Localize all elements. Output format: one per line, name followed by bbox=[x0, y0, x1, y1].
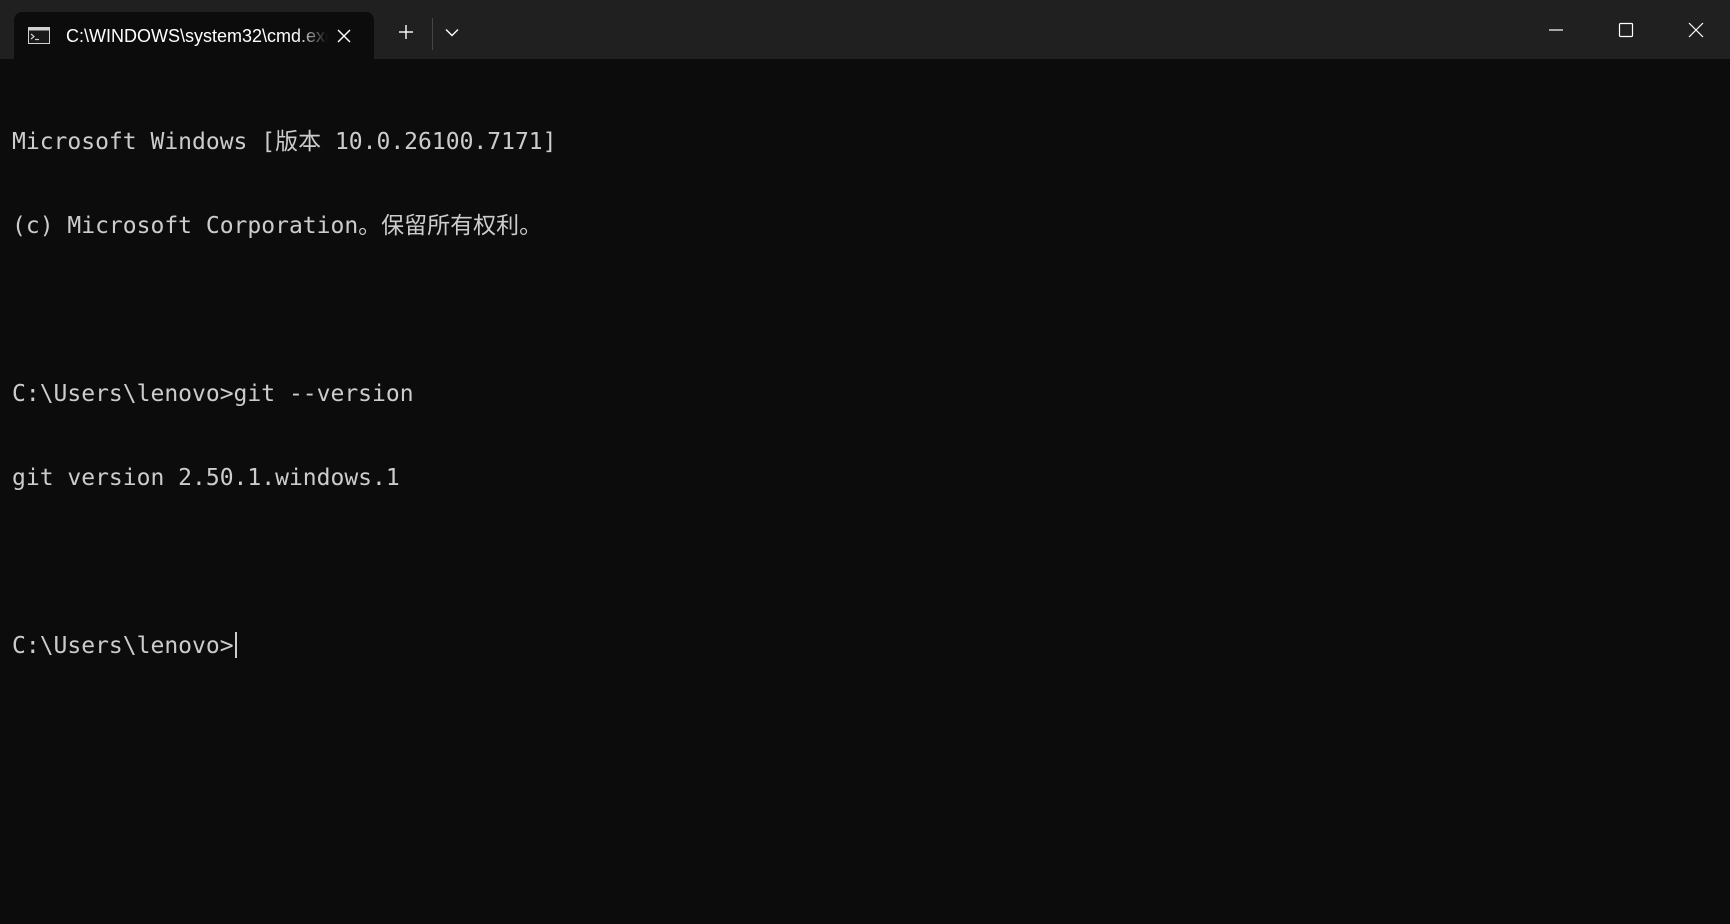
title-bar[interactable]: C:\WINDOWS\system32\cmd.exe bbox=[0, 0, 1730, 59]
close-window-button[interactable] bbox=[1662, 0, 1730, 59]
terminal-prompt: C:\Users\lenovo> bbox=[12, 633, 234, 659]
terminal-line-copyright: (c) Microsoft Corporation。保留所有权利。 bbox=[12, 213, 543, 239]
minimize-icon bbox=[1549, 28, 1563, 31]
terminal-prompt-line[interactable]: C:\Users\lenovo> bbox=[12, 632, 557, 660]
tab-dropdown-button[interactable] bbox=[434, 14, 470, 50]
cmd-prompt-icon bbox=[28, 27, 50, 44]
text-cursor bbox=[234, 632, 237, 658]
tab-close-button[interactable] bbox=[332, 24, 356, 48]
plus-icon bbox=[399, 25, 413, 39]
terminal-output[interactable]: Microsoft Windows [版本 10.0.26100.7171] (… bbox=[0, 59, 1730, 924]
tab-title: C:\WINDOWS\system32\cmd.exe bbox=[66, 26, 328, 46]
minimize-button[interactable] bbox=[1522, 0, 1590, 59]
chevron-down-icon bbox=[445, 28, 459, 36]
close-icon bbox=[1688, 22, 1704, 37]
terminal-line-command: C:\Users\lenovo>git --version bbox=[12, 381, 414, 407]
maximize-button[interactable] bbox=[1592, 0, 1660, 59]
tab-cmd[interactable]: C:\WINDOWS\system32\cmd.exe bbox=[14, 12, 374, 59]
new-tab-button[interactable] bbox=[388, 14, 424, 50]
terminal-lines: Microsoft Windows [版本 10.0.26100.7171] (… bbox=[12, 72, 557, 716]
maximize-icon bbox=[1618, 22, 1634, 37]
tab-separator bbox=[432, 18, 433, 50]
terminal-window: C:\WINDOWS\system32\cmd.exe Microsoft Wi… bbox=[0, 0, 1730, 924]
terminal-line-version: Microsoft Windows [版本 10.0.26100.7171] bbox=[12, 129, 557, 155]
close-icon bbox=[337, 29, 351, 43]
terminal-line-output: git version 2.50.1.windows.1 bbox=[12, 465, 400, 491]
